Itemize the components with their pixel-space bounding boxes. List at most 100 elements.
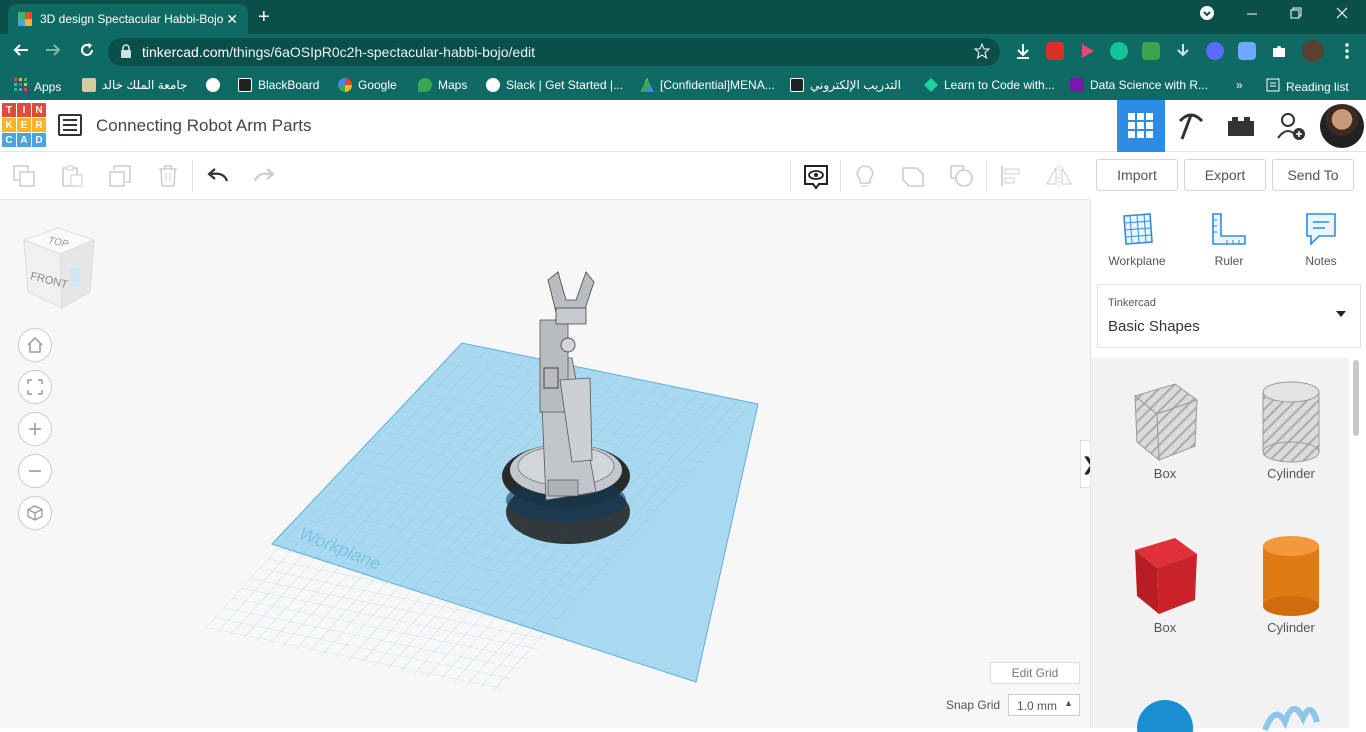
tinkercad-favicon-icon — [18, 12, 32, 26]
3d-viewport[interactable]: TOP FRONT Workplane Edit Grid Snap Grid … — [0, 200, 1090, 728]
google-icon — [338, 78, 352, 92]
logo-letter: A — [17, 133, 31, 147]
paste-icon[interactable] — [60, 164, 84, 188]
reading-list-button[interactable]: Reading list — [1266, 78, 1349, 95]
bookmark-maps[interactable]: Maps — [418, 78, 467, 92]
box-red-icon — [1135, 538, 1197, 614]
new-tab-button[interactable]: + — [258, 6, 270, 29]
cylinder-orange-icon — [1263, 536, 1319, 616]
bookmark-datascience[interactable]: Data Science with R... — [1070, 78, 1208, 92]
copy-icon[interactable] — [12, 164, 36, 188]
group-icon[interactable] — [901, 164, 925, 188]
edit-grid-button[interactable]: Edit Grid — [990, 662, 1080, 684]
3d-view-button[interactable] — [1117, 100, 1165, 152]
browser-tab-active[interactable]: 3D design Spectacular Habbi-Bojo ✕ — [8, 4, 248, 34]
right-panel: Workplane Ruler Notes Tinkercad Basic Sh… — [1090, 200, 1366, 732]
workplane-tool[interactable]: Workplane — [1097, 212, 1177, 268]
duplicate-icon[interactable] — [108, 164, 132, 188]
logo-letter: D — [32, 133, 46, 147]
bookmark-codecademy[interactable]: Learn to Code with... — [924, 78, 1055, 92]
download-arrow-icon[interactable] — [1174, 42, 1192, 60]
shape-box[interactable]: Box — [1105, 530, 1225, 635]
lightbulb-icon[interactable] — [853, 164, 877, 188]
snap-grid-value: 1.0 mm — [1017, 699, 1058, 713]
url-input[interactable]: tinkercad.com/things/6aOSIpR0c2h-spectac… — [108, 38, 1000, 66]
browser-menu-icon[interactable] — [1338, 42, 1356, 60]
workplane-scene: Workplane — [203, 271, 759, 692]
screen-capture-icon[interactable] — [1238, 42, 1256, 60]
toolbar-divider — [192, 160, 193, 192]
download-icon[interactable] — [1014, 42, 1032, 60]
send-to-button[interactable]: Send To — [1272, 159, 1354, 191]
show-all-eye-icon[interactable] — [803, 164, 828, 190]
undo-icon[interactable] — [206, 164, 230, 188]
snap-grid-select[interactable]: 1.0 mm ▲ — [1008, 694, 1080, 716]
export-button[interactable]: Export — [1184, 159, 1266, 191]
extensions-puzzle-icon[interactable] — [1270, 42, 1288, 60]
shape-sphere[interactable] — [1105, 692, 1225, 732]
shape-library-select[interactable]: Tinkercad Basic Shapes — [1097, 284, 1361, 348]
bookmark-apps[interactable]: Apps — [14, 78, 61, 95]
shapes-scrollbar[interactable] — [1353, 360, 1359, 436]
invite-user-button[interactable] — [1267, 100, 1315, 152]
ruler-tool-label: Ruler — [1214, 254, 1244, 268]
design-list-icon[interactable] — [58, 114, 82, 136]
tab-close-icon[interactable]: ✕ — [226, 11, 238, 28]
workplane-grid[interactable] — [203, 342, 759, 692]
minimize-icon[interactable] — [1246, 6, 1258, 22]
align-icon[interactable] — [999, 164, 1023, 188]
back-icon[interactable] — [12, 41, 30, 64]
bookmark-label: [Confidential]MENA... — [660, 78, 775, 92]
minecraft-pickaxe-button[interactable] — [1167, 100, 1215, 152]
tinkercad-logo[interactable]: T I N K E R C A D — [2, 103, 46, 149]
caret-up-icon: ▲ — [1064, 698, 1073, 708]
box-hole-icon — [1133, 383, 1199, 462]
grammarly-icon[interactable] — [1110, 42, 1128, 60]
bookmark-slack[interactable]: Slack | Get Started |... — [486, 78, 623, 92]
tab-title: 3D design Spectacular Habbi-Bojo — [40, 12, 224, 26]
notes-tool[interactable]: Notes — [1281, 212, 1361, 268]
shape-box-hole[interactable]: Box — [1105, 376, 1225, 481]
bookmark-label: Apps — [34, 79, 62, 94]
bricks-button[interactable] — [1217, 100, 1265, 152]
shape-label: Box — [1153, 466, 1177, 481]
ungroup-icon[interactable] — [949, 164, 973, 188]
play-extension-icon[interactable] — [1078, 42, 1096, 60]
restore-icon[interactable] — [1290, 6, 1302, 22]
shape-scribble[interactable] — [1231, 692, 1351, 732]
maps-icon — [418, 78, 432, 92]
dropdown-caret-icon — [1336, 311, 1346, 317]
project-title[interactable]: Connecting Robot Arm Parts — [96, 116, 311, 136]
profile-menu-icon[interactable] — [1200, 6, 1214, 23]
pdf-extension-icon[interactable] — [1046, 42, 1064, 60]
reload-icon[interactable] — [78, 41, 96, 64]
shape-cylinder[interactable]: Cylinder — [1231, 530, 1351, 635]
ruler-tool[interactable]: Ruler — [1189, 212, 1269, 268]
bookmark-star-icon[interactable] — [973, 42, 991, 62]
redo-icon[interactable] — [252, 164, 276, 188]
close-window-icon[interactable] — [1336, 6, 1348, 22]
bookmark-label: Slack | Get Started |... — [506, 78, 623, 92]
pickaxe-icon — [1178, 113, 1204, 140]
bookmark-drive[interactable]: [Confidential]MENA... — [640, 78, 775, 92]
logo-letter: N — [32, 103, 46, 117]
shape-cylinder-hole[interactable]: Cylinder — [1231, 376, 1351, 481]
mirror-icon[interactable] — [1045, 164, 1072, 188]
user-avatar[interactable] — [1320, 104, 1364, 148]
import-button[interactable]: Import — [1096, 159, 1178, 191]
bookmark-globe[interactable] — [206, 78, 220, 92]
more-bookmarks-button[interactable]: » — [1236, 78, 1243, 92]
reading-list-label: Reading list — [1286, 79, 1349, 94]
lego-brick-icon — [1228, 117, 1254, 136]
forward-icon[interactable] — [44, 41, 62, 64]
lock-icon[interactable] — [120, 44, 132, 61]
bookmark-kku[interactable]: جامعة الملك خالد — [82, 78, 187, 92]
delete-icon[interactable] — [156, 164, 180, 188]
bookmark-blackboard[interactable]: BlackBoard — [238, 78, 319, 92]
url-path: /things/6aOSIpR0c2h-spectacular-habbi-bo… — [229, 44, 536, 60]
extension-blue-icon[interactable] — [1206, 42, 1224, 60]
bookmark-elearning[interactable]: التدريب الإلكتروني — [790, 78, 901, 92]
bookmark-google[interactable]: Google — [338, 78, 397, 92]
download-manager-icon[interactable] — [1142, 42, 1160, 60]
profile-avatar[interactable] — [1302, 40, 1324, 62]
